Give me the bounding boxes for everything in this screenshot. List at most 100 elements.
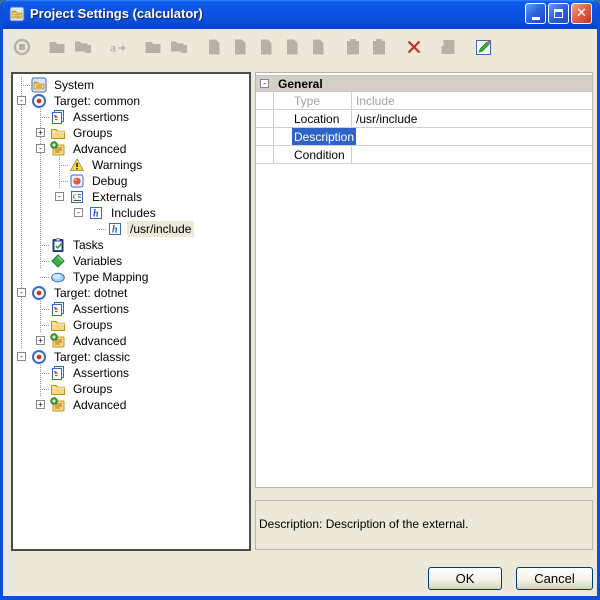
tree-item-label: Type Mapping bbox=[70, 269, 151, 285]
tree-connector: - bbox=[13, 93, 30, 109]
tree-item-target-common[interactable]: -Target: common bbox=[13, 93, 249, 109]
toolbar: a bbox=[8, 34, 496, 60]
collapse-icon[interactable]: - bbox=[17, 96, 26, 105]
toolbar-edit-button-16[interactable] bbox=[472, 35, 496, 59]
toolbar-page-button-7 bbox=[202, 35, 226, 59]
tree-item-groups[interactable]: Groups bbox=[13, 317, 249, 333]
tree-item-type-mapping[interactable]: Type Mapping bbox=[13, 269, 249, 285]
property-value-description[interactable] bbox=[352, 128, 592, 145]
tree-stub-line bbox=[40, 309, 49, 310]
close-button[interactable]: ✕ bbox=[571, 3, 592, 24]
collapse-icon[interactable]: - bbox=[36, 144, 45, 153]
warning-icon bbox=[69, 157, 85, 173]
tree-indent-guide bbox=[13, 109, 32, 125]
tree-item-externals[interactable]: -c Externals bbox=[13, 189, 249, 205]
tree-item-label: Groups bbox=[70, 125, 115, 141]
tree-indent-guide bbox=[13, 141, 32, 157]
close-icon: ✕ bbox=[576, 7, 587, 20]
tree-item-assertions[interactable]: Assertions bbox=[13, 301, 249, 317]
property-row-location[interactable]: Location/usr/include bbox=[256, 110, 592, 128]
cancel-button[interactable]: Cancel bbox=[516, 567, 593, 590]
tree-item-groups[interactable]: Groups bbox=[13, 381, 249, 397]
paste-icon bbox=[343, 37, 363, 57]
tree-item-warnings[interactable]: Warnings bbox=[13, 157, 249, 173]
tree-item-target-dotnet[interactable]: -Target: dotnet bbox=[13, 285, 249, 301]
tree-item-label: Advanced bbox=[70, 141, 129, 157]
toolbar-target-button-1 bbox=[10, 35, 34, 59]
tree-item-label: Variables bbox=[70, 253, 125, 269]
tree-connector: - bbox=[70, 205, 87, 221]
property-row-description[interactable]: Description bbox=[256, 128, 592, 146]
collapse-icon[interactable]: - bbox=[17, 352, 26, 361]
expand-icon[interactable]: + bbox=[36, 336, 45, 345]
tree-connector bbox=[32, 317, 49, 333]
tree-item-tasks[interactable]: Tasks bbox=[13, 237, 249, 253]
project-settings-dialog: Project Settings (calculator) ✕ a System… bbox=[0, 0, 600, 600]
tree-item-target-classic[interactable]: -Target: classic bbox=[13, 349, 249, 365]
maximize-button[interactable] bbox=[548, 3, 569, 24]
row-gutter bbox=[256, 110, 274, 127]
ok-button[interactable]: OK bbox=[428, 567, 502, 590]
property-row-type[interactable]: Type Include bbox=[256, 92, 592, 110]
tree-item-label: Debug bbox=[89, 173, 130, 189]
tree-item-usr-include[interactable]: h/usr/include bbox=[13, 221, 249, 237]
tree-indent-guide bbox=[32, 189, 51, 205]
tree-stub-line bbox=[40, 245, 49, 246]
tree-indent-guide bbox=[13, 189, 32, 205]
collapse-icon[interactable]: - bbox=[74, 208, 83, 217]
tree-item-label: Warnings bbox=[89, 157, 145, 173]
tree-item-groups[interactable]: + Groups bbox=[13, 125, 249, 141]
svg-text:c: c bbox=[73, 191, 77, 200]
tree-connector bbox=[32, 301, 49, 317]
toolbar-folder-button-5 bbox=[141, 35, 165, 59]
tree-item-assertions[interactable]: Assertions bbox=[13, 365, 249, 381]
tree-item-assertions[interactable]: Assertions bbox=[13, 109, 249, 125]
toolbar-page-button-10 bbox=[280, 35, 304, 59]
property-label: Condition bbox=[292, 146, 347, 163]
tree-indent-guide bbox=[51, 221, 70, 237]
property-value-location[interactable]: /usr/include bbox=[352, 110, 592, 127]
tree-item-advanced[interactable]: + Advanced bbox=[13, 333, 249, 349]
tree-item-advanced[interactable]: +Advanced bbox=[13, 397, 249, 413]
property-value-condition[interactable] bbox=[352, 146, 592, 163]
tree-stub-line bbox=[40, 325, 49, 326]
property-label: Type bbox=[292, 92, 322, 109]
tree-stub-line bbox=[97, 229, 106, 230]
tree-item-advanced[interactable]: - Advanced bbox=[13, 141, 249, 157]
property-label-cell[interactable]: Type bbox=[274, 92, 352, 109]
tree-item-system[interactable]: System bbox=[13, 77, 249, 93]
tree-connector: + bbox=[32, 125, 49, 141]
externals-icon: c bbox=[69, 189, 85, 205]
expand-icon[interactable]: + bbox=[36, 128, 45, 137]
property-label-cell[interactable]: Description bbox=[274, 128, 352, 145]
tree-item-variables[interactable]: Variables bbox=[13, 253, 249, 269]
collapse-icon[interactable]: - bbox=[55, 192, 64, 201]
property-label-cell[interactable]: Condition bbox=[274, 146, 352, 163]
tree-item-label: Advanced bbox=[70, 333, 129, 349]
tree-item-label: Assertions bbox=[70, 301, 132, 317]
tree-connector: + bbox=[32, 397, 49, 413]
tree-connector: - bbox=[51, 189, 68, 205]
collapse-icon[interactable]: - bbox=[17, 288, 26, 297]
page-icon bbox=[308, 37, 328, 57]
property-row-condition[interactable]: Condition bbox=[256, 146, 592, 164]
paste-icon bbox=[369, 37, 389, 57]
target-icon bbox=[12, 37, 32, 57]
tree-item-debug[interactable]: Debug bbox=[13, 173, 249, 189]
svg-text:h: h bbox=[93, 208, 99, 219]
settings-tree: System-Target: commonAssertions+Groups-A… bbox=[11, 72, 251, 551]
property-label-cell[interactable]: Location bbox=[274, 110, 352, 127]
collapse-icon[interactable]: - bbox=[260, 79, 269, 88]
tree-item-label: Assertions bbox=[70, 365, 132, 381]
tree-item-includes[interactable]: -hIncludes bbox=[13, 205, 249, 221]
tree-item-label: System bbox=[51, 77, 97, 93]
tree-indent-guide bbox=[13, 173, 32, 189]
tree-item-label: Externals bbox=[89, 189, 145, 205]
minimize-button[interactable] bbox=[525, 3, 546, 24]
page-icon bbox=[256, 37, 276, 57]
properties-icon bbox=[439, 37, 459, 57]
property-value-type[interactable]: Include bbox=[352, 92, 592, 109]
expand-icon[interactable]: + bbox=[36, 400, 45, 409]
toolbar-delete-button-14[interactable] bbox=[402, 35, 426, 59]
tree-connector bbox=[32, 109, 49, 125]
